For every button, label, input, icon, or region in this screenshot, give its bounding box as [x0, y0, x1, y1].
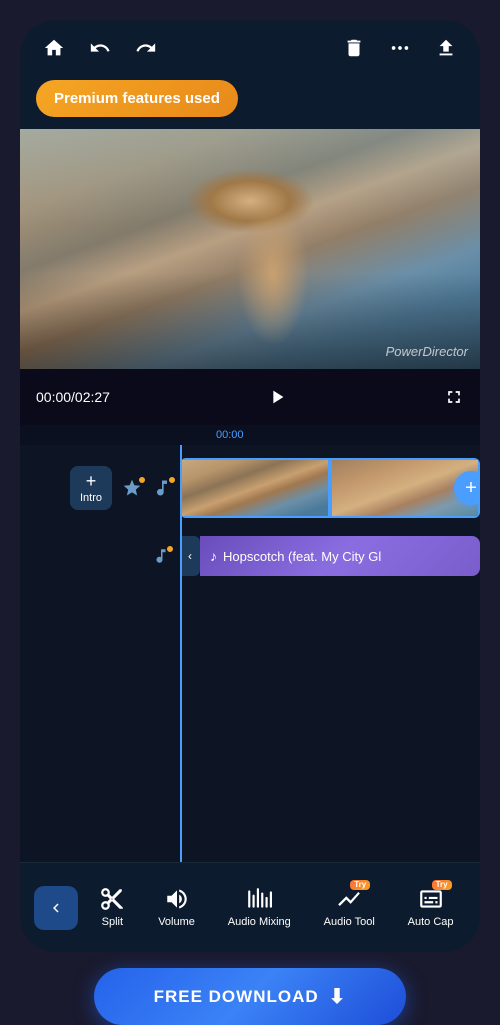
- effects-dot: [138, 476, 146, 484]
- time-display: 00:00/02:27: [36, 389, 110, 405]
- audio-dot: [166, 545, 174, 553]
- export-button[interactable]: [432, 34, 460, 62]
- music-dot: [168, 476, 176, 484]
- auto-cap-tool[interactable]: Try Auto Cap: [396, 878, 466, 937]
- fullscreen-button[interactable]: [444, 387, 464, 407]
- audio-clip[interactable]: ♪ Hopscotch (feat. My City Gl: [200, 536, 480, 576]
- add-clip-button[interactable]: +: [454, 471, 480, 505]
- auto-cap-try-badge: Try: [432, 880, 452, 890]
- premium-badge[interactable]: Premium features used: [36, 80, 238, 117]
- split-label: Split: [102, 916, 123, 929]
- timeline-ruler: 00:00: [20, 425, 480, 445]
- more-button[interactable]: [386, 34, 414, 62]
- audio-clip-title: Hopscotch (feat. My City Gl: [223, 549, 381, 564]
- plus-icon: +: [86, 472, 97, 490]
- volume-tool[interactable]: Volume: [146, 878, 207, 937]
- effects-icon[interactable]: [122, 478, 142, 498]
- playhead: [180, 445, 182, 862]
- audio-track-row: ‹ ♪ Hopscotch (feat. My City Gl: [20, 531, 480, 581]
- download-label: FREE DOWNLOAD: [154, 987, 319, 1007]
- play-button[interactable]: [257, 377, 297, 417]
- audio-mixing-tool[interactable]: Audio Mixing: [216, 878, 303, 937]
- try-badge: Try: [350, 880, 370, 890]
- volume-label: Volume: [158, 916, 195, 929]
- timeline-area: 00:00 + Intro: [20, 425, 480, 862]
- video-track-controls: + Intro: [20, 466, 180, 510]
- undo-button[interactable]: [86, 34, 114, 62]
- video-clip-thumbnail: [180, 458, 330, 518]
- add-intro-button[interactable]: + Intro: [70, 466, 112, 510]
- music-track-icon[interactable]: [152, 478, 172, 498]
- top-bar: [20, 20, 480, 72]
- audio-track-controls: [20, 547, 180, 565]
- redo-button[interactable]: [132, 34, 160, 62]
- video-thumbnail: [20, 129, 480, 369]
- timeline-tracks: + Intro: [20, 445, 480, 862]
- audio-tool-label: Audio Tool: [324, 916, 375, 929]
- playback-bar: 00:00/02:27: [20, 369, 480, 425]
- premium-banner: Premium features used: [20, 72, 480, 129]
- video-track-content: +: [180, 453, 480, 523]
- video-preview: PowerDirector: [20, 129, 480, 369]
- intro-label: Intro: [80, 492, 102, 504]
- audio-tool-icon: Try: [336, 886, 362, 912]
- audio-track-icon[interactable]: [152, 547, 170, 565]
- watermark: PowerDirector: [386, 344, 468, 359]
- download-section: FREE DOWNLOAD ⬇: [94, 968, 407, 1025]
- back-button[interactable]: [34, 886, 78, 930]
- top-bar-right: [340, 34, 460, 62]
- bottom-toolbar: Split Volume Au: [20, 862, 480, 952]
- home-button[interactable]: [40, 34, 68, 62]
- ruler-time-marker: 00:00: [216, 429, 244, 441]
- delete-button[interactable]: [340, 34, 368, 62]
- auto-cap-icon: Try: [418, 886, 444, 912]
- download-icon: ⬇: [329, 984, 347, 1009]
- split-tool[interactable]: Split: [87, 878, 137, 937]
- audio-mixing-label: Audio Mixing: [228, 916, 291, 929]
- audio-tool[interactable]: Try Audio Tool: [312, 878, 387, 937]
- video-track-row: + Intro: [20, 453, 480, 523]
- download-button[interactable]: FREE DOWNLOAD ⬇: [94, 968, 407, 1025]
- split-icon: [99, 886, 125, 912]
- video-clip[interactable]: [180, 458, 480, 518]
- audio-mixing-icon: [246, 886, 272, 912]
- auto-cap-label: Auto Cap: [408, 916, 454, 929]
- track-expand-button[interactable]: ‹: [180, 536, 200, 576]
- volume-icon: [164, 886, 190, 912]
- audio-note-icon: ♪: [210, 548, 217, 564]
- top-bar-left: [40, 34, 160, 62]
